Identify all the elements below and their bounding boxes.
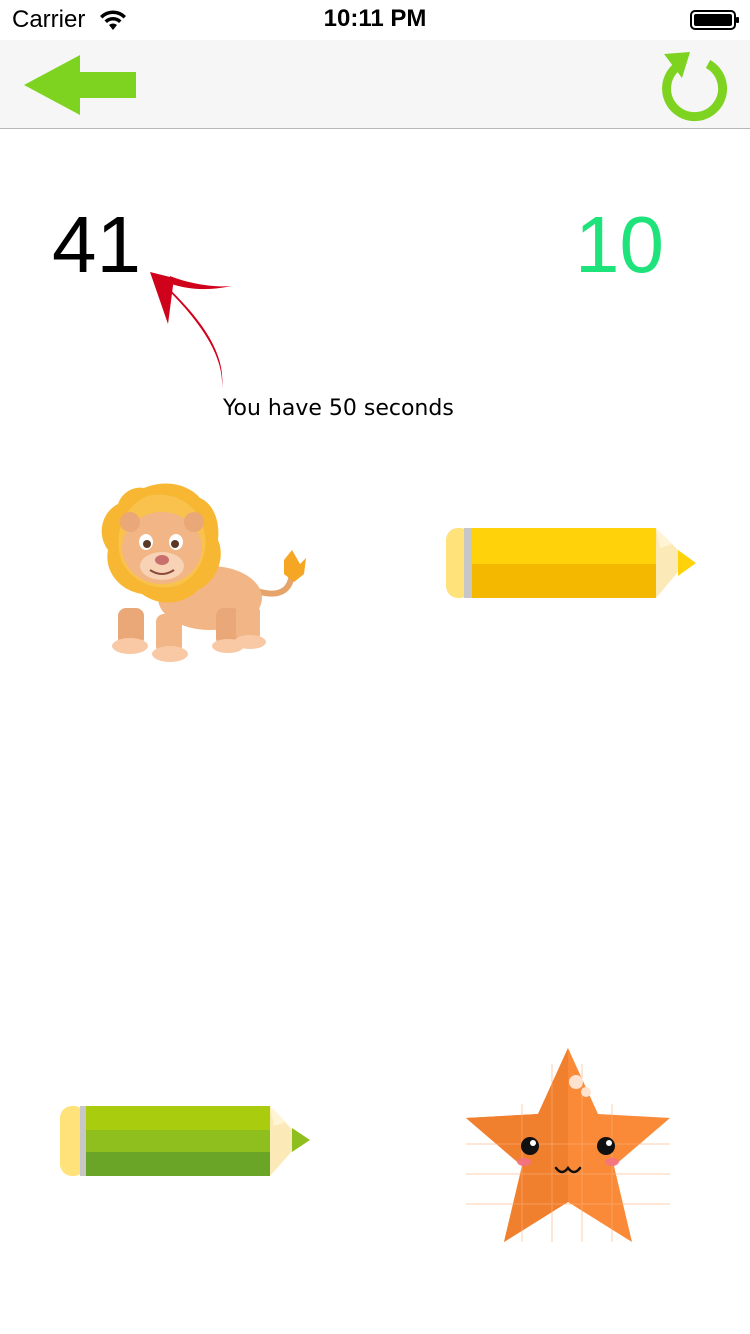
green-refresh-icon xyxy=(662,52,728,122)
orange-star-icon xyxy=(466,1048,670,1242)
green-pencil-item[interactable] xyxy=(56,1100,316,1182)
lion-item[interactable] xyxy=(78,478,314,664)
status-bar: Carrier 10:11 PM xyxy=(0,0,750,40)
score-counter: 10 xyxy=(575,200,664,289)
lion-icon xyxy=(101,483,306,662)
battery-full-icon xyxy=(690,10,739,30)
hint-text: You have 50 seconds xyxy=(223,396,454,421)
navigation-bar xyxy=(0,40,750,129)
status-time: 10:11 PM xyxy=(323,5,427,32)
time-counter: 41 xyxy=(52,200,141,289)
refresh-button[interactable] xyxy=(652,48,728,122)
yellow-pencil-icon xyxy=(446,528,696,598)
yellow-pencil-item[interactable] xyxy=(440,520,702,602)
green-pencil-icon xyxy=(60,1106,310,1176)
red-hint-arrow-icon xyxy=(150,272,232,388)
green-left-arrow-icon xyxy=(24,55,136,115)
star-item[interactable] xyxy=(462,1044,674,1248)
game-screen: Carrier 10:11 PM 41 10 You have 50 secon… xyxy=(0,0,750,1334)
back-button[interactable] xyxy=(22,54,140,116)
